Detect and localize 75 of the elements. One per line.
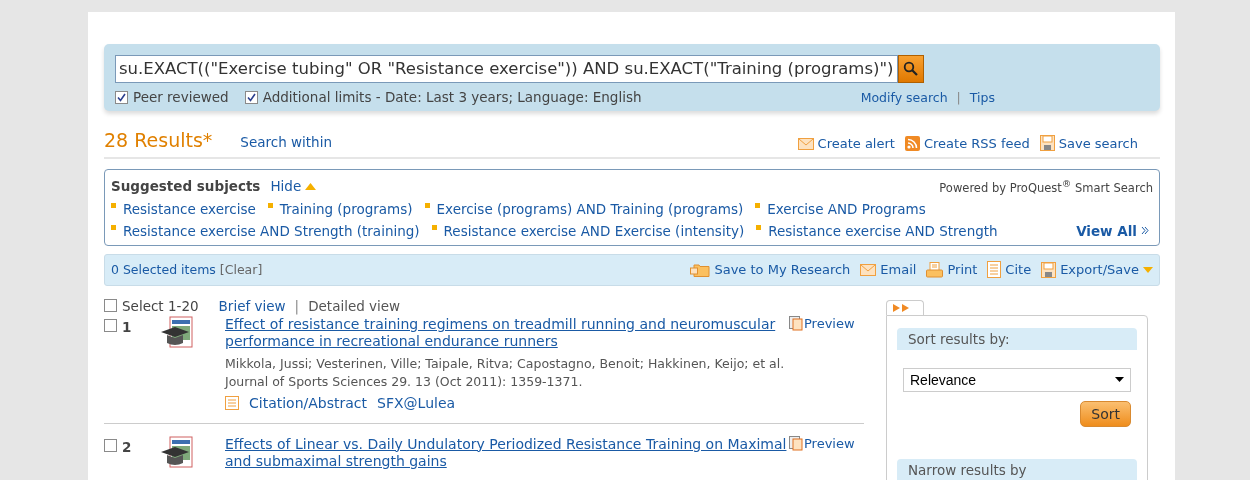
print-link[interactable]: Print [926,261,978,278]
view-all-link[interactable]: View All [1076,222,1149,239]
subject-link[interactable]: Exercise AND Programs [767,200,926,217]
envelope-icon [860,263,877,276]
caret-icon [1115,377,1124,383]
result-title-link[interactable]: Effects of Linear vs. Daily Undulatory Periodized Resistance Training on Maximal and submaximal strength gains [225,435,789,470]
caret-icon [305,182,317,190]
result-number: 1 [122,318,132,335]
checkbox[interactable] [104,438,117,452]
separator: | [294,297,300,314]
clear-link[interactable]: [Clear] [219,262,263,278]
bullet-icon [267,202,273,208]
bullet-icon [756,224,762,230]
checkbox[interactable] [244,90,258,104]
result-link[interactable]: Citation/Abstract [249,394,368,411]
email-link[interactable]: Email [860,262,917,278]
selected-count: 0 Selected items [111,262,216,278]
cite-link[interactable]: Cite [987,261,1032,279]
result-title-link[interactable]: Effect of resistance training regimens on treadmill running and neuromuscular performance in recreational endurance runners [225,315,789,350]
document-icon [225,395,239,410]
result-number: 2 [122,438,132,455]
separator: | [956,89,961,105]
bullet-icon [424,202,430,208]
sort-dropdown[interactable]: Relevance [903,367,1131,392]
sort-heading: Sort results by: [897,327,1137,350]
subject-link[interactable]: Resistance exercise AND Exercise (intensity) [443,222,745,239]
subject-link[interactable]: Exercise (programs) AND Training (programs) [436,200,744,217]
caret-icon [1143,266,1153,273]
sort-button[interactable]: Sort [1080,400,1131,427]
double-arrow-icon [893,303,911,312]
envelope-icon [797,137,814,150]
collapse-tab[interactable] [886,299,924,315]
subject-link[interactable]: Resistance exercise [123,200,256,217]
search-field[interactable]: su.EXACT(("Exercise tubing" OR "Resistance exercise")) AND su.EXACT("Training (programs)") [115,55,898,83]
checkbox[interactable] [104,299,117,313]
preview-link[interactable]: Preview [789,435,864,451]
search-button[interactable] [897,55,924,83]
subject-link[interactable]: Resistance exercise AND Strength [768,222,998,239]
narrow-heading: Narrow results by [897,458,1137,480]
rss-icon [904,136,920,151]
bullet-icon [111,202,116,208]
view-option[interactable]: Detailed view [308,297,401,314]
search-icon [902,61,919,77]
alert-link[interactable]: Create alert [797,136,895,151]
section-title: Suggested subjects [111,178,261,195]
filter-label: Peer reviewed [133,89,229,105]
save-link[interactable]: Save search [1039,135,1138,151]
checkbox[interactable] [104,318,117,332]
subject-link[interactable]: Training (programs) [279,200,413,217]
select-all-label: Select 1-20 [122,297,199,314]
powered-by-text: Powered by ProQuest$^{®}$ Smart Search [939,178,1153,195]
pages-icon [789,315,803,331]
research-link[interactable]: Save to My Research [690,262,851,278]
rss-link[interactable]: Create RSS feed [904,136,1030,151]
pages-icon [789,435,803,451]
folder-icon [690,262,711,277]
view-option[interactable]: Brief view [218,297,286,314]
hide-link[interactable]: Hide [270,178,302,195]
filter-label: Additional limits - Date: Last 3 years; Language: English [262,89,642,105]
document-icon [987,261,1002,279]
modify-search-link[interactable]: Modify search [860,89,948,105]
export-link[interactable]: Export/Save [1041,261,1153,278]
search-within-link[interactable]: Search within [240,134,332,150]
bullet-icon [431,224,437,230]
results-count: 28 Results* [104,129,213,151]
double-chevron-icon [1141,226,1149,236]
result-link[interactable]: SFX@Lulea [377,394,456,411]
result-citation: Mikkola, Jussi; Vesterinen, Ville; Taipale, Ritva; Capostagno, Benoit; Hakkinen, Keijo; et al. Journal of Sports Sciences 29. 13 (Oct 2011): 1359-1371. [225,354,786,391]
checkbox[interactable] [115,90,128,104]
tips-link[interactable]: Tips [969,89,995,105]
printer-icon [926,261,944,278]
bullet-icon [755,202,761,208]
preview-link[interactable]: Preview [789,315,864,331]
bullet-icon [111,224,116,230]
subject-link[interactable]: Resistance exercise AND Strength (training) [123,222,420,239]
